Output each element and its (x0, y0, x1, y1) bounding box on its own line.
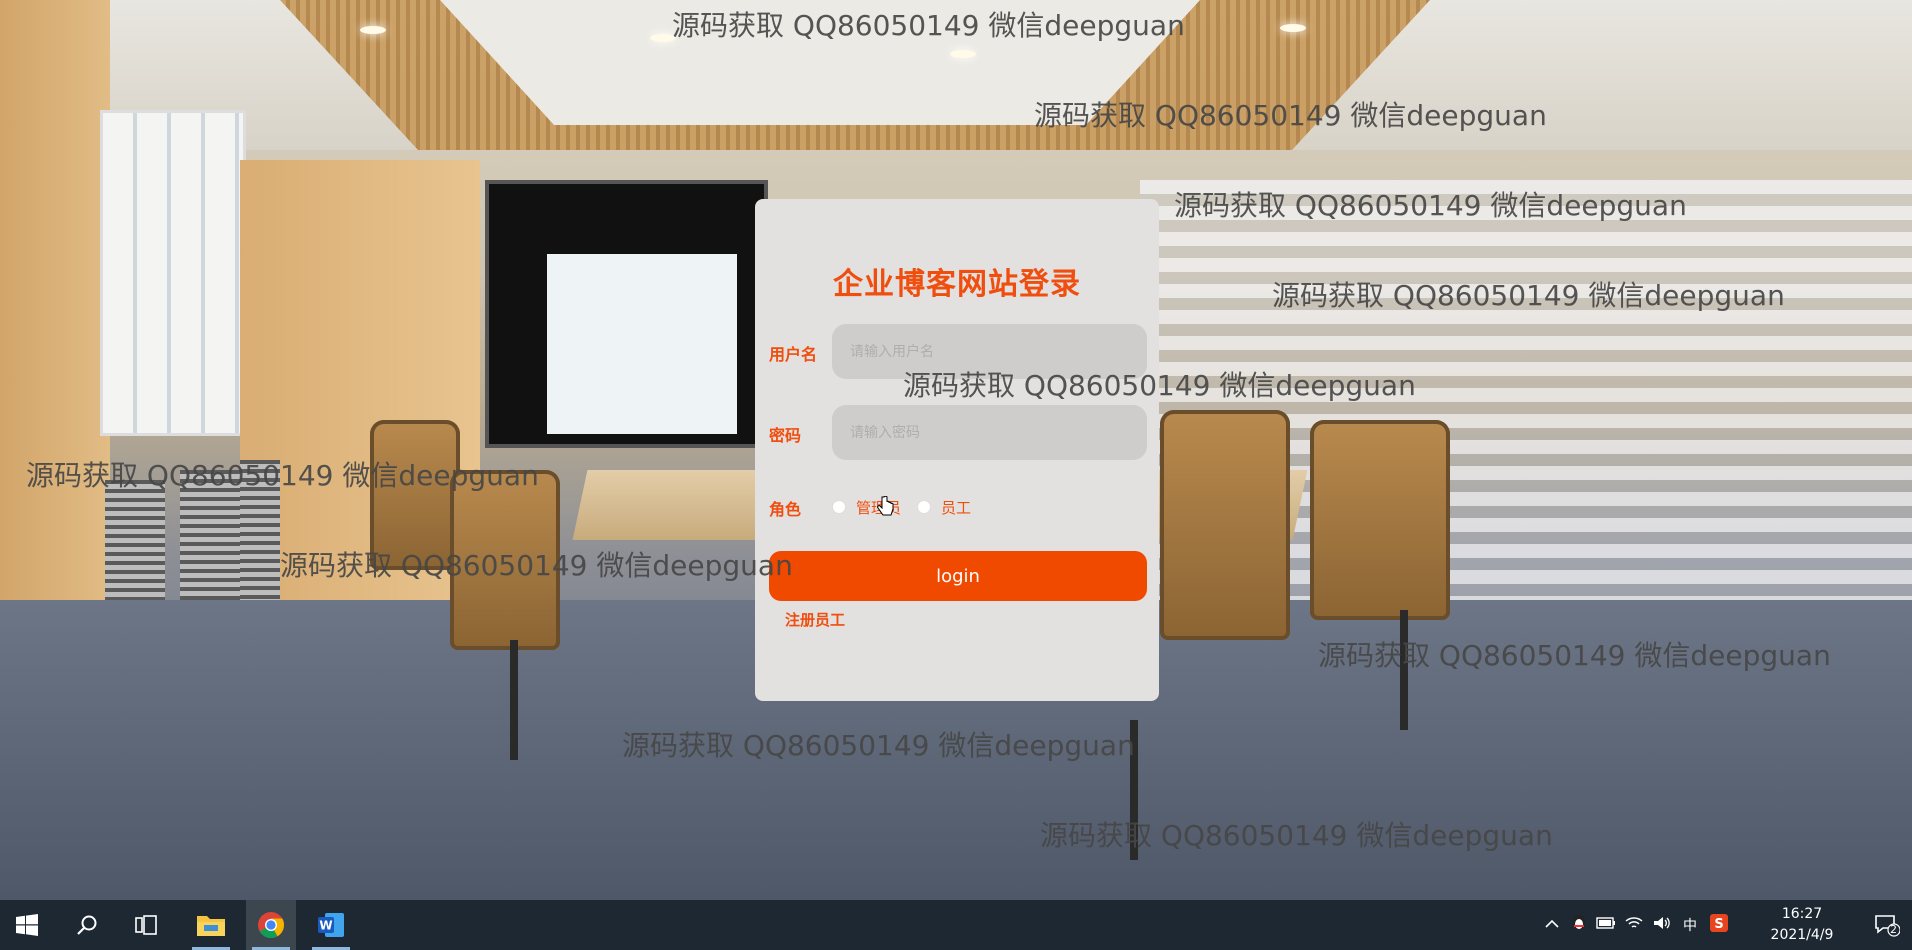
clock-date: 2021/4/9 (1770, 927, 1834, 943)
svg-text:W: W (319, 919, 332, 933)
chair-leg (1130, 720, 1138, 860)
register-employee-link[interactable]: 注册员工 (785, 609, 845, 630)
presentation-screen (485, 180, 768, 448)
notification-count: 2 (1890, 923, 1897, 936)
screen-content (547, 254, 737, 434)
volume-icon[interactable] (1648, 916, 1676, 934)
word-icon: W (318, 913, 344, 937)
ceiling-recess (440, 0, 1200, 125)
search-button[interactable] (62, 900, 112, 950)
ceiling-light (650, 34, 676, 42)
login-button[interactable]: login (769, 551, 1147, 601)
role-label: 角色 (769, 500, 802, 519)
hand-cursor-icon (877, 496, 894, 516)
ceiling-light (950, 50, 976, 58)
folder-icon (197, 916, 225, 936)
ceiling-light (1280, 24, 1306, 32)
action-center-button[interactable]: 2 (1862, 900, 1912, 950)
show-hidden-icons-icon[interactable] (1538, 917, 1566, 933)
clock-time: 16:27 (1781, 906, 1823, 922)
qq-icon[interactable] (1566, 914, 1592, 936)
ime-indicator[interactable]: 中 (1676, 915, 1704, 935)
start-button[interactable] (2, 900, 52, 950)
office-chair (450, 470, 560, 650)
taskbar-chrome[interactable] (246, 900, 296, 950)
battery-icon[interactable] (1592, 917, 1620, 933)
login-title: 企业博客网站登录 (833, 267, 1081, 302)
login-card: 企业博客网站登录 用户名 密码 角色 管理员 员工 login 注册员工 (755, 199, 1159, 701)
role-employee-radio[interactable] (917, 500, 932, 514)
chrome-icon (258, 912, 285, 939)
username-label: 用户名 (769, 345, 818, 364)
office-chair (1160, 410, 1290, 640)
taskbar-clock[interactable]: 16:27 2021/4/9 (1752, 904, 1852, 946)
windows-taskbar: W 中 S 16:27 2021/4/9 2 (0, 900, 1912, 950)
role-employee-label[interactable]: 员工 (941, 497, 971, 518)
task-view-icon (135, 915, 157, 935)
role-admin-radio[interactable] (832, 500, 846, 514)
password-label: 密码 (769, 426, 802, 445)
task-view-button[interactable] (122, 900, 172, 950)
password-input[interactable] (832, 405, 1147, 460)
search-icon (77, 915, 97, 935)
system-tray: 中 S (1538, 900, 1734, 950)
wifi-icon[interactable] (1620, 916, 1648, 934)
windows-logo-icon (16, 914, 38, 936)
office-chair (1310, 420, 1450, 620)
chair-leg (510, 640, 518, 760)
chair-leg (1400, 610, 1408, 730)
username-input[interactable] (832, 324, 1147, 379)
window-blinds (100, 110, 246, 436)
role-radio-group: 管理员 员工 (832, 496, 987, 518)
taskbar-word[interactable]: W (306, 900, 356, 950)
wall-vent (240, 460, 280, 600)
ceiling-light (360, 26, 386, 34)
svg-text:S: S (1714, 917, 1723, 932)
taskbar-file-explorer[interactable] (186, 900, 236, 950)
sogou-input-icon[interactable]: S (1704, 914, 1734, 936)
office-chair (370, 420, 460, 570)
